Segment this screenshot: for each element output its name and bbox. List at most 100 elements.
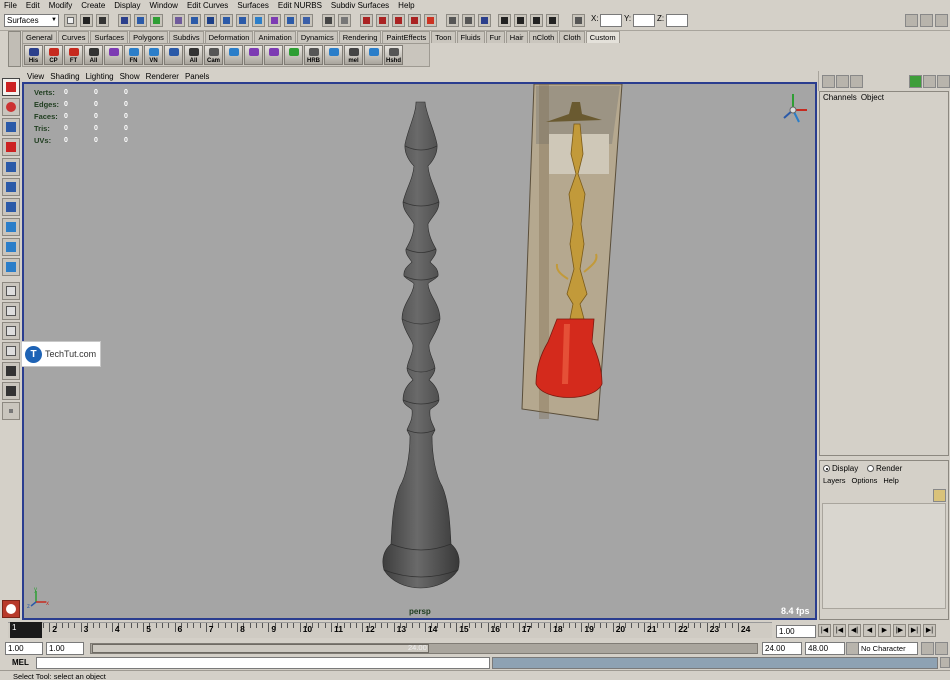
shelf-tab-painteffects[interactable]: PaintEffects xyxy=(382,31,431,43)
shelf-button-fn[interactable]: FN xyxy=(124,45,143,65)
shelf-button-cp[interactable]: CP xyxy=(44,45,63,65)
paint-select-tool-icon[interactable] xyxy=(2,118,20,136)
persp-graph-hypergraph-layout-icon[interactable] xyxy=(2,382,20,400)
x-field[interactable] xyxy=(600,14,622,27)
shelf-button-vn[interactable]: VN xyxy=(144,45,163,65)
output-ops-icon[interactable] xyxy=(462,14,475,27)
key-icon[interactable] xyxy=(921,642,934,655)
channel-box-only-icon[interactable] xyxy=(836,75,849,88)
shelf-button-tool[interactable] xyxy=(244,45,263,65)
view-axis-gizmo-icon[interactable] xyxy=(783,94,807,123)
animation-prefs-icon[interactable] xyxy=(935,642,948,655)
menu-edit[interactable]: Edit xyxy=(26,1,40,10)
soft-modification-icon[interactable] xyxy=(2,218,20,236)
shelf-tab-subdivs[interactable]: Subdivs xyxy=(168,31,204,43)
channel-box-layout-icon[interactable] xyxy=(822,75,835,88)
panel-menu-panels[interactable]: Panels xyxy=(185,72,209,81)
lock-selection-icon[interactable] xyxy=(322,14,335,27)
channel-box-menu-object[interactable]: Object xyxy=(861,93,884,102)
select-dynamics-icon[interactable] xyxy=(252,14,265,27)
render-frame-icon[interactable] xyxy=(514,14,527,27)
menu-create[interactable]: Create xyxy=(81,1,105,10)
display-layer-icon[interactable] xyxy=(909,75,922,88)
layer-editor-only-icon[interactable] xyxy=(850,75,863,88)
command-input[interactable] xyxy=(36,657,490,669)
shelf-tab-deformation[interactable]: Deformation xyxy=(204,31,254,43)
object-select-icon[interactable] xyxy=(134,14,147,27)
ipr-render-icon[interactable] xyxy=(530,14,543,27)
shelf-tab-cloth[interactable]: Cloth xyxy=(559,31,585,43)
display-radio[interactable]: Display xyxy=(823,464,858,473)
menu-display[interactable]: Display xyxy=(114,1,140,10)
shelf-tab-fluids[interactable]: Fluids xyxy=(456,31,485,43)
panel-menu-renderer[interactable]: Renderer xyxy=(146,72,179,81)
render-globals-icon[interactable] xyxy=(546,14,559,27)
layer-menu-options[interactable]: Options xyxy=(852,476,878,485)
open-scene-icon[interactable] xyxy=(80,14,93,27)
character-set-field[interactable]: No Character Set xyxy=(858,642,918,664)
step-forward-frame-button[interactable]: |▶ xyxy=(893,624,906,637)
shelf-tab-hair[interactable]: Hair xyxy=(505,31,528,43)
shelf-button-tool[interactable] xyxy=(224,45,243,65)
select-misc-icon[interactable] xyxy=(284,14,297,27)
input-ops-icon[interactable] xyxy=(446,14,459,27)
move-tool-icon[interactable] xyxy=(2,138,20,156)
shelf-button-hshd[interactable]: Hshd xyxy=(384,45,403,65)
numeric-input-icon[interactable] xyxy=(572,14,585,27)
y-field[interactable] xyxy=(633,14,655,27)
step-back-frame-button[interactable]: ◀| xyxy=(848,624,861,637)
last-tool-icon[interactable] xyxy=(2,258,20,276)
shelf-button-his[interactable]: His xyxy=(24,45,43,65)
select-by-handle-icon[interactable] xyxy=(172,14,185,27)
render-radio-dot[interactable] xyxy=(867,465,874,473)
perspective-viewport[interactable]: Verts: 0 0 0 Edges: 0 0 0 Faces: 0 0 0 Tris: 0 0 0 UVs: 0… xyxy=(22,82,817,620)
save-scene-icon[interactable] xyxy=(96,14,109,27)
maya-logo-icon[interactable] xyxy=(2,600,20,618)
tool-settings-icon[interactable] xyxy=(920,14,933,27)
shelf-tab-surfaces[interactable]: Surfaces xyxy=(90,31,129,43)
persp-graph-layout-icon[interactable] xyxy=(2,342,20,360)
select-deformers-icon[interactable] xyxy=(236,14,249,27)
component-select-icon[interactable] xyxy=(150,14,163,27)
hookah-model[interactable]: y x z xyxy=(24,84,815,618)
shelf-tab-dynamics[interactable]: Dynamics xyxy=(296,31,338,43)
shelf-button-tool[interactable] xyxy=(364,45,383,65)
hierarchy-select-icon[interactable] xyxy=(118,14,131,27)
select-rendering-icon[interactable] xyxy=(268,14,281,27)
go-to-start-button[interactable]: |◀ xyxy=(818,624,831,637)
shelf-menu-button[interactable] xyxy=(8,31,21,67)
menu-edit-nurbs[interactable]: Edit NURBS xyxy=(278,1,322,10)
four-view-layout-icon[interactable] xyxy=(2,302,20,320)
shelf-tab-curves[interactable]: Curves xyxy=(57,31,90,43)
snap-curve-icon[interactable] xyxy=(376,14,389,27)
toolbox-more-icon[interactable] xyxy=(2,402,20,420)
render-view-icon[interactable] xyxy=(498,14,511,27)
rotate-tool-icon[interactable] xyxy=(2,158,20,176)
pin-icon[interactable] xyxy=(937,75,950,88)
step-back-key-button[interactable]: |◀ xyxy=(833,624,846,637)
shelf-button-mel[interactable]: mel xyxy=(344,45,363,65)
menu-set-select[interactable]: Surfaces xyxy=(4,14,59,27)
shelf-tab-fur[interactable]: Fur xyxy=(485,31,505,43)
animation-end-field[interactable]: 48.00 xyxy=(805,642,845,655)
range-slider-handle[interactable] xyxy=(92,644,429,653)
z-field[interactable] xyxy=(666,14,688,27)
show-manipulator-icon[interactable] xyxy=(2,238,20,256)
lasso-tool-icon[interactable] xyxy=(2,98,20,116)
menu-help[interactable]: Help xyxy=(398,1,414,10)
animation-start-field[interactable]: 1.00 xyxy=(5,642,43,655)
time-slider[interactable]: 2 3 4 5 6 7 8 9 10 11 12 13 14 15 16 17 18 19 20 21 22 23 24 xyxy=(8,622,772,638)
render-layer-icon[interactable] xyxy=(923,75,936,88)
channel-box-menu-channels[interactable]: Channels xyxy=(823,93,857,102)
shelf-button-all[interactable]: All xyxy=(184,45,203,65)
menu-modify[interactable]: Modify xyxy=(49,1,73,10)
playback-start-field[interactable]: 1.00 xyxy=(46,642,84,655)
display-radio-dot[interactable] xyxy=(823,465,830,473)
shelf-tab-ncloth[interactable]: nCloth xyxy=(528,31,559,43)
shelf-tab-rendering[interactable]: Rendering xyxy=(338,31,382,43)
menu-file[interactable]: File xyxy=(4,1,17,10)
playback-end-field[interactable]: 24.00 xyxy=(762,642,802,655)
script-editor-icon[interactable] xyxy=(940,657,950,668)
shelf-tab-general[interactable]: General xyxy=(22,31,57,43)
render-radio[interactable]: Render xyxy=(867,464,902,473)
